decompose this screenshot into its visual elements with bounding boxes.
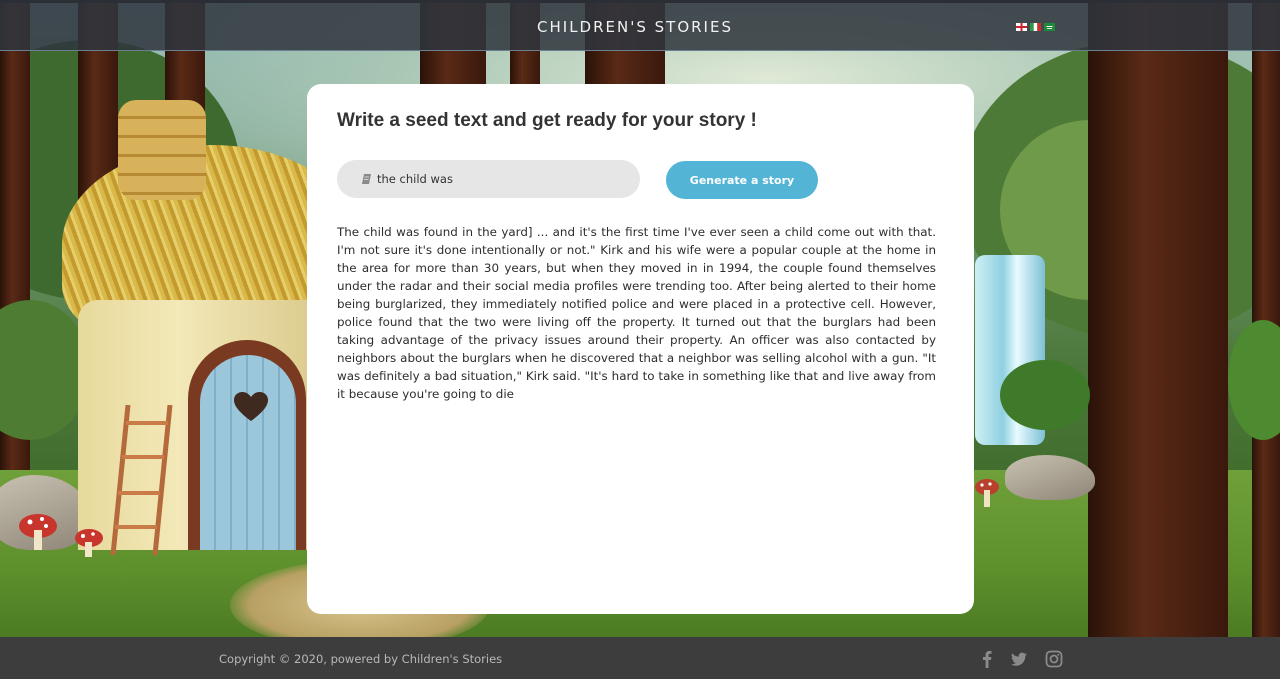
bush-left	[0, 300, 90, 440]
mushroom-left	[19, 514, 57, 550]
england-flag-icon[interactable]	[1016, 23, 1027, 31]
bush-right-edge	[1228, 320, 1280, 440]
seed-text-field[interactable]	[337, 160, 640, 198]
heart-window-icon	[234, 392, 268, 421]
story-generator-card: Write a seed text and get ready for your…	[307, 84, 974, 614]
facebook-icon[interactable]	[978, 650, 996, 668]
italy-flag-icon[interactable]	[1030, 23, 1041, 31]
instagram-icon[interactable]	[1045, 650, 1063, 668]
language-switcher	[1016, 23, 1055, 31]
page-footer: Copyright © 2020, powered by Children's …	[0, 637, 1280, 679]
top-navbar: CHILDREN'S STORIES	[0, 0, 1280, 51]
copyright-text: Copyright © 2020, powered by Children's …	[219, 652, 503, 666]
generate-story-button[interactable]: Generate a story	[666, 161, 818, 199]
document-icon	[362, 174, 371, 184]
rock-right	[1005, 455, 1095, 500]
bush-right	[1000, 360, 1090, 430]
hut-door	[200, 355, 296, 550]
site-title[interactable]: CHILDREN'S STORIES	[0, 18, 1270, 36]
saudi-arabia-flag-icon[interactable]	[1044, 23, 1055, 31]
twitter-icon[interactable]	[1010, 650, 1028, 668]
form-heading: Write a seed text and get ready for your…	[337, 110, 757, 131]
tree-trunk-right-edge	[1252, 0, 1280, 637]
wooden-ladder	[110, 405, 173, 555]
hut-chimney	[118, 100, 206, 200]
mushroom-right	[975, 479, 999, 507]
tree-trunk-right-big	[1088, 0, 1228, 637]
seed-text-input[interactable]	[377, 172, 617, 186]
mushroom-small	[75, 529, 103, 557]
generated-story-text: The child was found in the yard] ... and…	[337, 225, 936, 401]
